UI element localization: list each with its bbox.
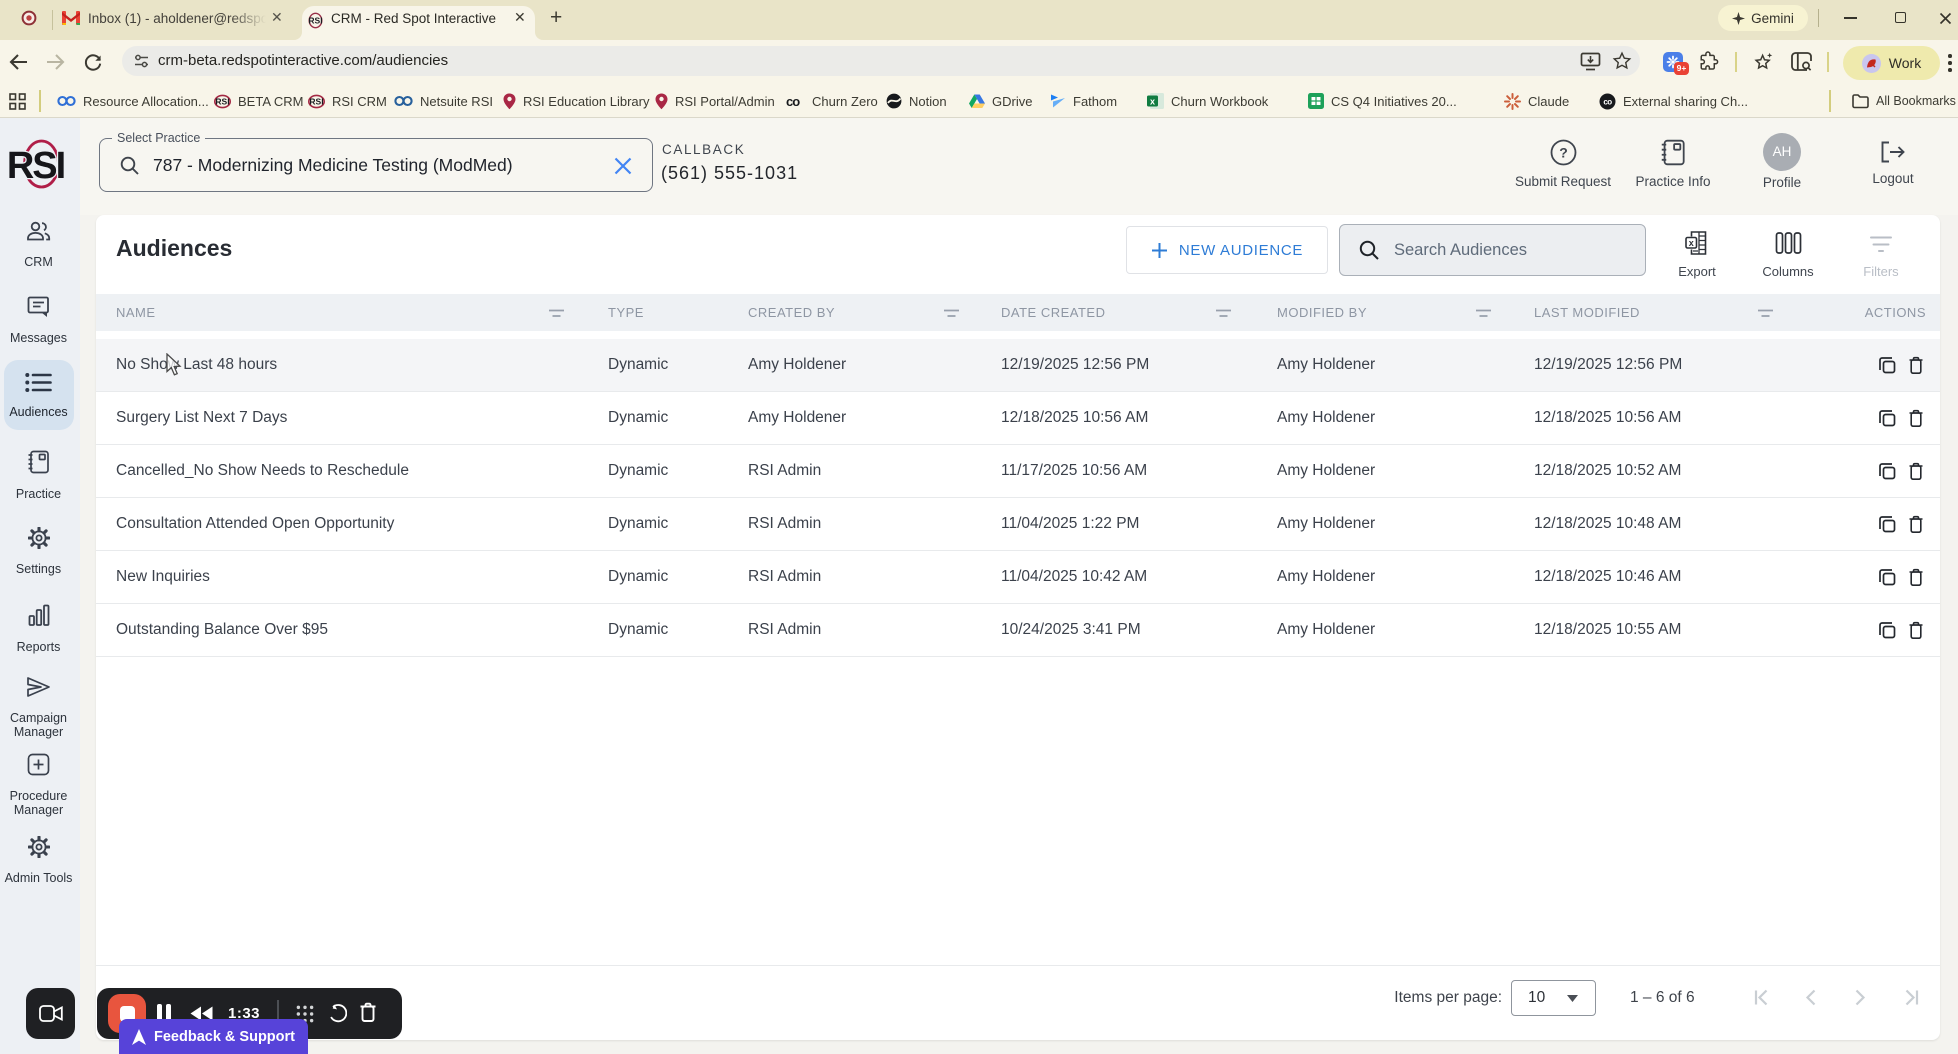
svg-text:RSI: RSI xyxy=(7,145,65,187)
svg-text:RSI: RSI xyxy=(308,16,322,26)
svg-text:x: x xyxy=(1688,238,1693,248)
svg-text:RSI: RSI xyxy=(309,96,323,106)
svg-text:co: co xyxy=(786,95,800,108)
svg-text:?: ? xyxy=(1559,145,1568,161)
svg-text:x: x xyxy=(1150,97,1155,107)
svg-text:RSI: RSI xyxy=(215,96,229,106)
svg-text:co: co xyxy=(1603,97,1612,106)
